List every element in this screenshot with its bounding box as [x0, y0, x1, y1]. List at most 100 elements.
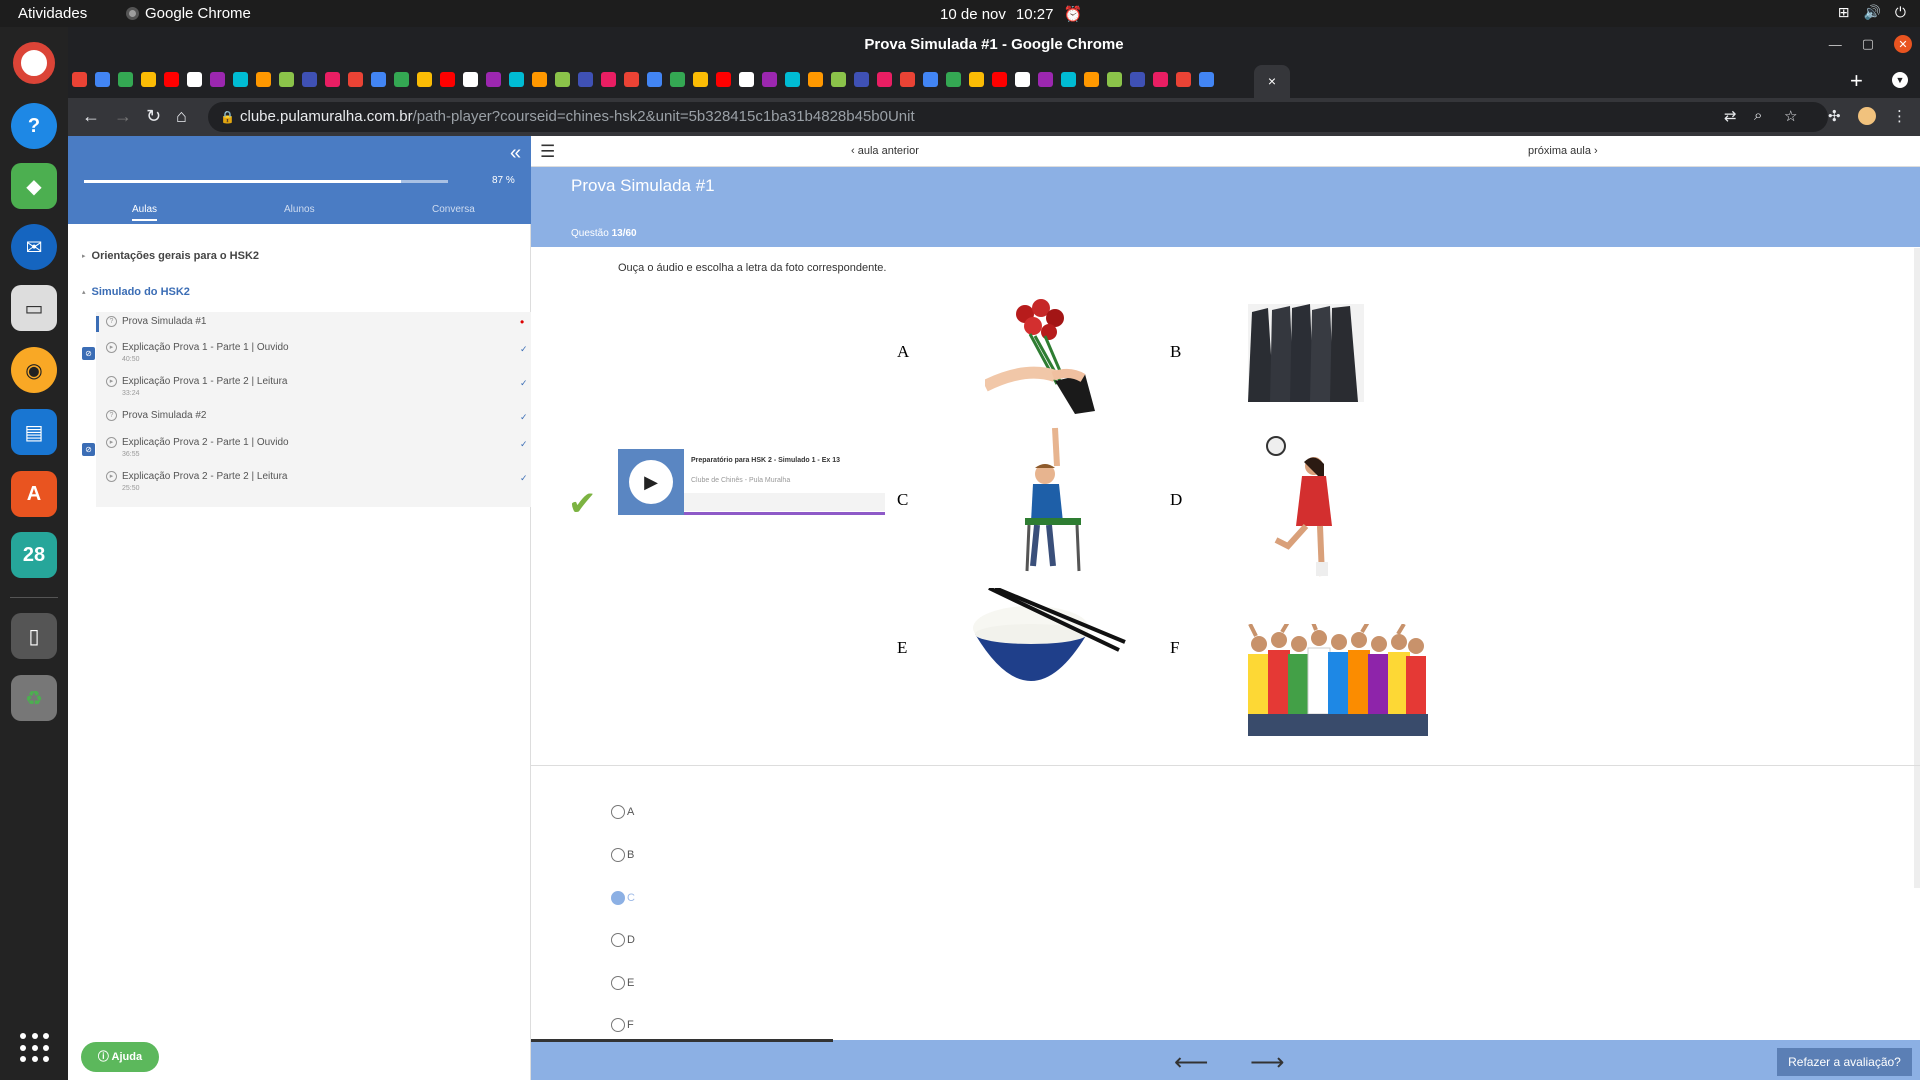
maximize-icon[interactable]: ▢ [1862, 36, 1874, 52]
pinned-tab-favicon-icon[interactable] [716, 72, 731, 87]
software-icon[interactable]: A [11, 471, 57, 517]
minimize-icon[interactable]: — [1829, 37, 1842, 52]
show-apps-icon[interactable] [20, 1033, 50, 1063]
phone-icon[interactable]: ▯ [11, 613, 57, 659]
forward-icon[interactable]: → [114, 106, 132, 127]
back-icon[interactable]: ← [82, 106, 100, 127]
pinned-tab-favicon-icon[interactable] [118, 72, 133, 87]
pinned-tab-favicon-icon[interactable] [831, 72, 846, 87]
new-tab-button[interactable]: + [1850, 68, 1863, 94]
play-button[interactable]: ▶ [629, 460, 673, 504]
radio-f[interactable] [611, 1018, 625, 1032]
pinned-tab-favicon-icon[interactable] [233, 72, 248, 87]
pinned-tab-favicon-icon[interactable] [348, 72, 363, 87]
pinned-tab-favicon-icon[interactable] [670, 72, 685, 87]
pinned-tab-favicon-icon[interactable] [509, 72, 524, 87]
pinned-tab-favicon-icon[interactable] [463, 72, 478, 87]
system-tray[interactable]: ⊞ 🔊 ⏻ [1838, 4, 1906, 21]
pinned-tab-favicon-icon[interactable] [992, 72, 1007, 87]
bookmark-star-icon[interactable]: ☆ [1784, 107, 1797, 125]
pinned-tab-favicon-icon[interactable] [900, 72, 915, 87]
tab-aulas[interactable]: Aulas [132, 204, 158, 221]
option-f[interactable]: F [611, 1018, 634, 1032]
pinned-tab-favicon-icon[interactable] [578, 72, 593, 87]
section-orientacoes[interactable]: ▸ Orientações gerais para o HSK2 [82, 250, 259, 262]
menu-kebab-icon[interactable]: ⋮ [1892, 107, 1907, 125]
pinned-tab-favicon-icon[interactable] [762, 72, 777, 87]
pinned-tab-favicon-icon[interactable] [72, 72, 87, 87]
previous-lesson-link[interactable]: ‹ aula anterior [851, 145, 919, 157]
active-tab[interactable]: × [1254, 65, 1290, 98]
writer-icon[interactable]: ▤ [11, 409, 57, 455]
scrollbar[interactable] [1914, 248, 1920, 888]
next-question-arrow-icon[interactable]: ⟶ [1250, 1048, 1284, 1077]
pinned-tab-favicon-icon[interactable] [187, 72, 202, 87]
thunderbird-icon[interactable]: ✉ [11, 224, 57, 270]
radio-e[interactable] [611, 976, 625, 990]
pinned-tab-favicon-icon[interactable] [302, 72, 317, 87]
pinned-tab-favicon-icon[interactable] [601, 72, 616, 87]
pinned-tab-favicon-icon[interactable] [854, 72, 869, 87]
address-bar[interactable]: 🔒 clube.pulamuralha.com.br/path-player?c… [208, 102, 1828, 132]
activities-button[interactable]: Atividades [18, 5, 87, 22]
option-d[interactable]: D [611, 933, 635, 947]
audio-progress[interactable] [684, 512, 886, 515]
lesson-item[interactable]: ▸ Explicação Prova 1 - Parte 1 | Ouvido … [96, 338, 531, 366]
hamburger-menu-icon[interactable]: ☰ [540, 142, 555, 162]
audio-waveform[interactable] [684, 493, 886, 511]
pinned-tab-favicon-icon[interactable] [739, 72, 754, 87]
pinned-tab-favicon-icon[interactable] [417, 72, 432, 87]
pinned-tab-favicon-icon[interactable] [1061, 72, 1076, 87]
pinned-tab-favicon-icon[interactable] [164, 72, 179, 87]
help-icon[interactable]: ? [11, 103, 57, 149]
help-button[interactable]: ⓘ Ajuda [81, 1042, 159, 1072]
radio-c[interactable] [611, 891, 625, 905]
next-lesson-link[interactable]: próxima aula › [1528, 145, 1598, 157]
previous-question-arrow-icon[interactable]: ⟵ [1174, 1048, 1208, 1077]
section-simulado[interactable]: ▴ Simulado do HSK2 [82, 286, 190, 298]
chrome-icon[interactable] [13, 42, 55, 84]
calendar-icon[interactable]: 28 [11, 532, 57, 578]
pinned-tab-favicon-icon[interactable] [141, 72, 156, 87]
pinned-tab-favicon-icon[interactable] [1015, 72, 1030, 87]
pinned-tab-favicon-icon[interactable] [1107, 72, 1122, 87]
app-menu[interactable]: Google Chrome [126, 5, 251, 22]
translate-icon[interactable]: ⇄ [1724, 107, 1737, 125]
option-a[interactable]: A [611, 805, 634, 819]
option-c[interactable]: C [611, 891, 635, 905]
radio-b[interactable] [611, 848, 625, 862]
pinned-tab-favicon-icon[interactable] [877, 72, 892, 87]
trash-icon[interactable]: ♻ [11, 675, 57, 721]
pinned-tab-favicon-icon[interactable] [256, 72, 271, 87]
tab-conversa[interactable]: Conversa [432, 204, 475, 215]
pinned-tab-favicon-icon[interactable] [440, 72, 455, 87]
pinned-tab-favicon-icon[interactable] [210, 72, 225, 87]
pinned-tab-favicon-icon[interactable] [1176, 72, 1191, 87]
pinned-tab-favicon-icon[interactable] [624, 72, 639, 87]
pinned-tab-favicon-icon[interactable] [325, 72, 340, 87]
pinned-tab-favicon-icon[interactable] [1038, 72, 1053, 87]
profile-avatar[interactable] [1858, 107, 1876, 125]
option-b[interactable]: B [611, 848, 634, 862]
home-icon[interactable]: ⌂ [176, 106, 187, 127]
lesson-item[interactable]: ▸ Explicação Prova 1 - Parte 2 | Leitura… [96, 372, 531, 400]
lesson-item[interactable]: ? Prova Simulada #2 ✓ [96, 406, 531, 434]
lesson-item[interactable]: ▸ Explicação Prova 2 - Parte 1 | Ouvido … [96, 433, 531, 461]
pinned-tab-favicon-icon[interactable] [647, 72, 662, 87]
tab-alunos[interactable]: Alunos [284, 204, 315, 215]
pinned-tab-favicon-icon[interactable] [371, 72, 386, 87]
pinned-tab-favicon-icon[interactable] [1130, 72, 1145, 87]
close-window-icon[interactable]: ✕ [1894, 35, 1912, 53]
pinned-tab-favicon-icon[interactable] [1153, 72, 1168, 87]
lesson-item[interactable]: ? Prova Simulada #1 • [96, 312, 531, 340]
collapse-sidebar-icon[interactable]: « [510, 142, 521, 165]
pinned-tab-favicon-icon[interactable] [555, 72, 570, 87]
pinned-tab-favicon-icon[interactable] [394, 72, 409, 87]
pinned-tab-favicon-icon[interactable] [279, 72, 294, 87]
files-icon[interactable]: ▭ [11, 285, 57, 331]
lesson-item[interactable]: ▸ Explicação Prova 2 - Parte 2 | Leitura… [96, 467, 531, 495]
pinned-tab-favicon-icon[interactable] [808, 72, 823, 87]
pinned-tab-favicon-icon[interactable] [1199, 72, 1214, 87]
attachment-icon[interactable]: ⊘ [82, 347, 95, 360]
radio-d[interactable] [611, 933, 625, 947]
